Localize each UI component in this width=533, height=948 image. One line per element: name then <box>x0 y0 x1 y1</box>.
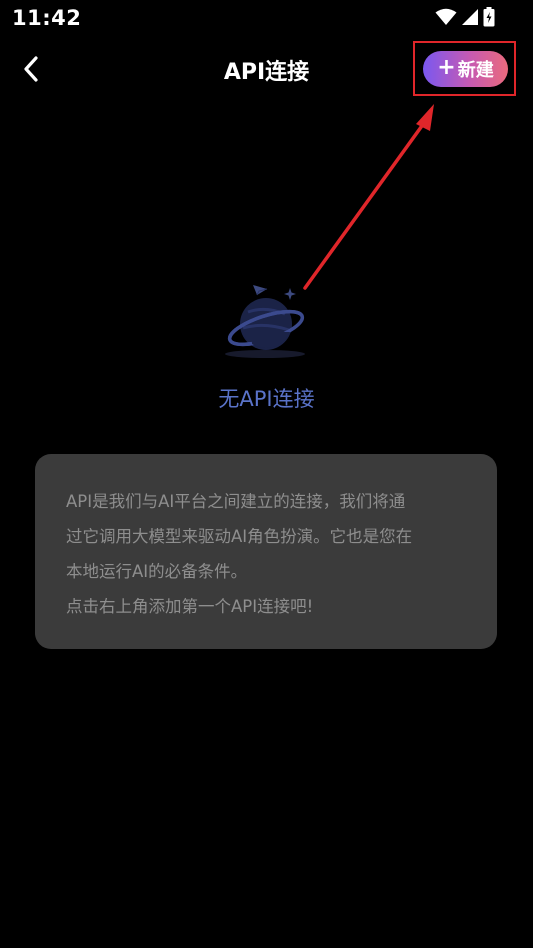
status-bar: 11:42 <box>0 0 533 36</box>
info-line: 本地运行AI的必备条件。 <box>66 562 248 581</box>
info-line: API是我们与AI平台之间建立的连接，我们将通 <box>66 492 406 511</box>
planet-icon <box>225 285 305 358</box>
status-icons <box>435 6 495 28</box>
status-time: 11:42 <box>12 6 82 30</box>
new-connection-button[interactable]: + 新建 <box>423 51 508 87</box>
empty-state-title: 无API连接 <box>218 387 315 411</box>
battery-icon <box>483 7 495 27</box>
plus-icon: + <box>437 55 456 80</box>
info-line: 过它调用大模型来驱动AI角色扮演。它也是您在 <box>66 527 413 546</box>
info-card: API是我们与AI平台之间建立的连接，我们将通 过它调用大模型来驱动AI角色扮演… <box>35 454 497 649</box>
signal-icon <box>462 9 478 25</box>
app-header: API连接 + 新建 <box>0 36 533 102</box>
wifi-icon <box>435 8 457 25</box>
new-button-label: 新建 <box>457 60 494 81</box>
info-line: 点击右上角添加第一个API连接吧! <box>66 597 314 616</box>
